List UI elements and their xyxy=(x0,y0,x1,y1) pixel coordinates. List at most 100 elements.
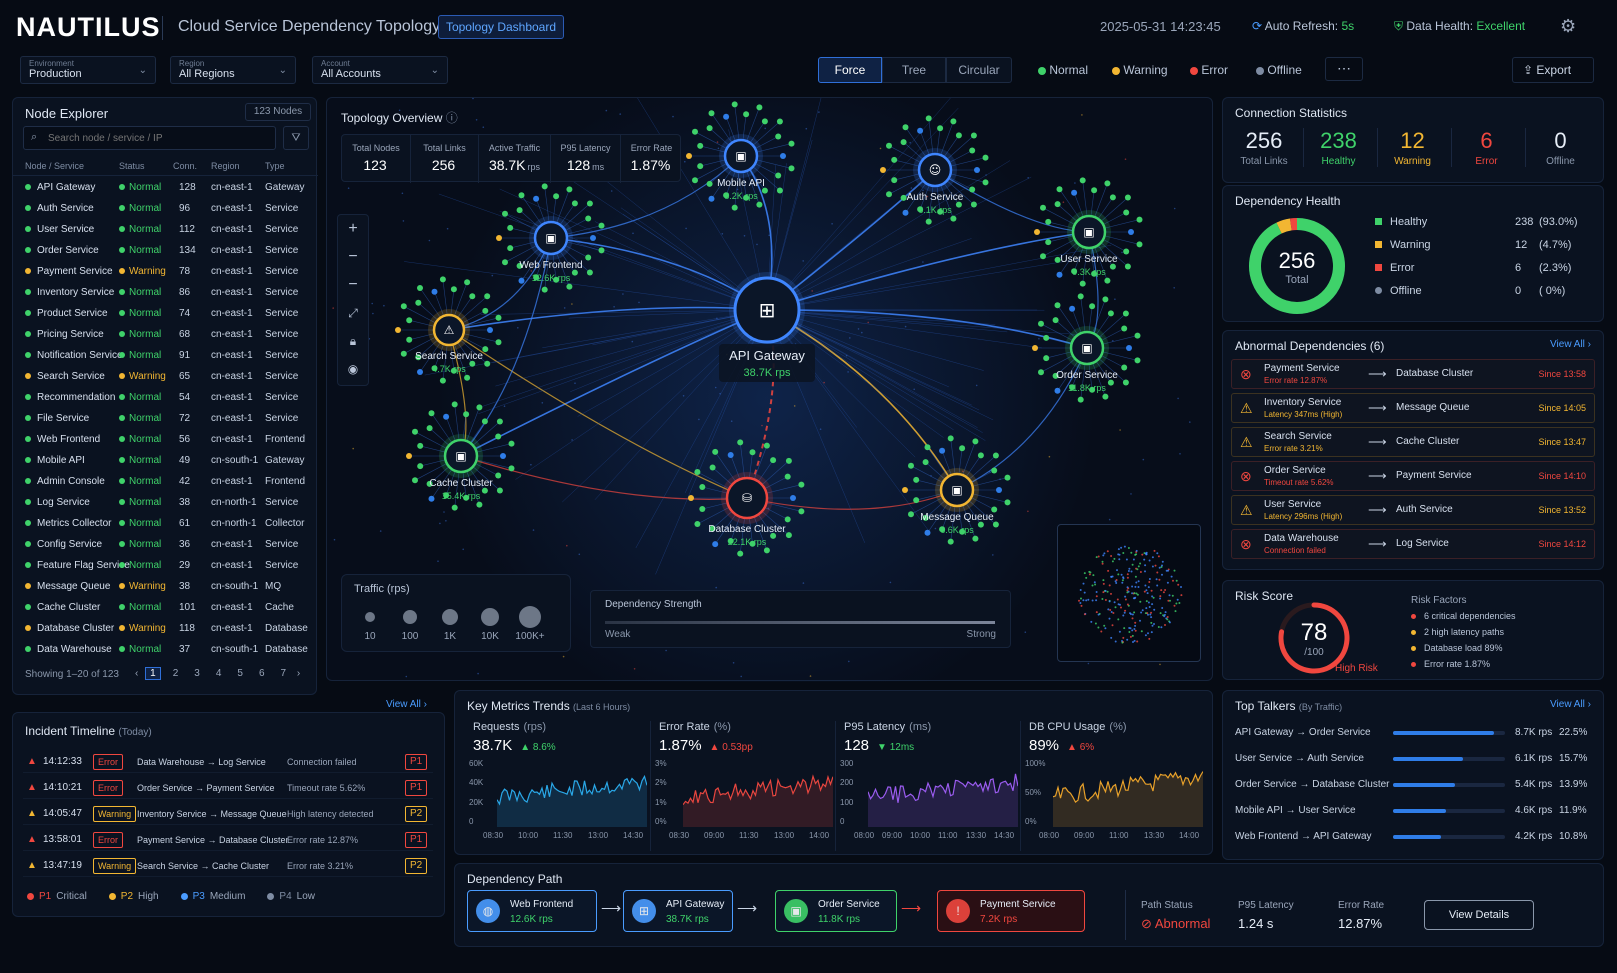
leaf-node[interactable] xyxy=(924,444,931,451)
leaf-node[interactable] xyxy=(1124,194,1131,201)
leaf-node[interactable] xyxy=(950,215,957,222)
page-number[interactable]: 4 xyxy=(212,668,226,679)
leaf-node[interactable] xyxy=(1043,334,1050,341)
table-row[interactable]: Pricing Service Normal 68 cn-east-1 Service xyxy=(13,324,318,345)
leaf-node[interactable] xyxy=(798,508,805,515)
table-row[interactable]: Web Frontend Normal 56 cn-east-1 Frontend xyxy=(13,429,318,450)
page-number[interactable]: 1 xyxy=(145,667,161,680)
leaf-node[interactable] xyxy=(417,463,424,470)
leaf-node[interactable] xyxy=(947,435,954,442)
leaf-node[interactable] xyxy=(886,191,892,198)
environment-select[interactable]: Environment Production ⌄ xyxy=(20,56,156,84)
incident-row[interactable]: ▲ 14:05:47 Warning Inventory Service → Mess… xyxy=(23,803,433,825)
leaf-node[interactable] xyxy=(1136,241,1143,248)
leaf-node[interactable] xyxy=(406,453,412,459)
leaf-node[interactable] xyxy=(900,139,907,146)
leaf-node[interactable] xyxy=(1069,305,1076,312)
leaf-node[interactable] xyxy=(992,452,999,459)
leaf-node[interactable] xyxy=(743,111,750,118)
leaf-node[interactable] xyxy=(709,464,716,471)
leaf-node[interactable] xyxy=(692,177,698,184)
leaf-node[interactable] xyxy=(598,222,605,229)
leaf-node[interactable] xyxy=(1052,317,1059,324)
leaf-node[interactable] xyxy=(586,269,593,276)
table-row[interactable]: Auth Service Normal 96 cn-east-1 Service xyxy=(13,198,318,219)
leaf-node[interactable] xyxy=(886,142,892,149)
leaf-node[interactable] xyxy=(1038,369,1044,376)
leaf-node[interactable] xyxy=(395,327,401,333)
leaf-node[interactable] xyxy=(431,288,438,295)
table-row[interactable]: Feature Flag Service Normal 29 cn-east-1 Ser… xyxy=(13,555,318,576)
leaf-node[interactable] xyxy=(428,410,435,417)
leaf-node[interactable] xyxy=(969,186,976,193)
leaf-node[interactable] xyxy=(737,550,744,557)
leaf-node[interactable] xyxy=(566,283,573,290)
auto-refresh-toggle[interactable]: ⟳ Auto Refresh: 5s xyxy=(1252,19,1354,33)
leaf-node[interactable] xyxy=(902,124,909,131)
table-row[interactable]: Config Service Normal 36 cn-east-1 Service xyxy=(13,534,318,555)
table-row[interactable]: Admin Console Normal 42 cn-east-1 Frontend xyxy=(13,471,318,492)
export-button[interactable]: ⇪ Export xyxy=(1512,57,1594,83)
abnormal-row[interactable]: ⊗ Order Service Timeout rate 5.62% ⟶ Payment… xyxy=(1231,461,1595,491)
node-view-all-link[interactable]: View All › xyxy=(386,699,427,710)
leaf-node[interactable] xyxy=(982,154,989,161)
abnormal-row[interactable]: ⊗ Data Warehouse Connection failed ⟶ Log Ser… xyxy=(1231,529,1595,559)
talker-row[interactable]: Mobile API → User Service 4.6K rps 11.9% xyxy=(1235,801,1595,821)
filter-icon[interactable]: ⛛ xyxy=(283,126,309,150)
leaf-node[interactable] xyxy=(1126,345,1132,351)
leaf-node[interactable] xyxy=(785,532,792,539)
leaf-node[interactable] xyxy=(776,187,783,194)
leaf-node[interactable] xyxy=(417,369,423,375)
table-row[interactable]: File Service Normal 72 cn-east-1 Service xyxy=(13,408,318,429)
leaf-node[interactable] xyxy=(784,473,791,480)
leaf-node[interactable] xyxy=(924,529,931,536)
incident-row[interactable]: ▲ 14:12:33 Error Data Warehouse → Log Servi… xyxy=(23,751,433,773)
leaf-node[interactable] xyxy=(1045,218,1052,225)
leaf-node[interactable] xyxy=(1128,229,1134,235)
table-row[interactable]: Message Queue Warning 38 cn-south-1 MQ xyxy=(13,576,318,597)
leaf-node[interactable] xyxy=(731,204,738,211)
leaf-node[interactable] xyxy=(992,521,999,528)
leaf-node[interactable] xyxy=(925,218,932,225)
leaf-node[interactable] xyxy=(922,459,929,466)
leaf-node[interactable] xyxy=(891,156,898,163)
leaf-node[interactable] xyxy=(496,418,503,425)
leaf-node[interactable] xyxy=(969,147,976,154)
zoom-out-icon[interactable]: − xyxy=(338,243,368,271)
leaf-node[interactable] xyxy=(902,487,908,493)
leaf-node[interactable] xyxy=(439,276,446,283)
leaf-node[interactable] xyxy=(417,285,423,291)
leaf-node[interactable] xyxy=(763,547,770,554)
incident-row[interactable]: ▲ 13:58:01 Error Payment Service → Database… xyxy=(23,829,433,851)
layout-circular-button[interactable]: Circular xyxy=(946,57,1012,83)
leaf-node[interactable] xyxy=(464,279,471,286)
leaf-node[interactable] xyxy=(770,457,777,464)
leaf-node[interactable] xyxy=(481,418,488,425)
leaf-node[interactable] xyxy=(553,193,560,200)
leaf-node[interactable] xyxy=(464,374,471,381)
leaf-node[interactable] xyxy=(712,448,719,455)
leaf-node[interactable] xyxy=(775,133,782,140)
leaf-node[interactable] xyxy=(1123,248,1130,255)
leaf-node[interactable] xyxy=(688,495,694,501)
talkers-view-all-link[interactable]: View All › xyxy=(1550,699,1591,710)
eye-icon[interactable]: ◉ xyxy=(338,355,368,383)
leaf-node[interactable] xyxy=(1109,194,1116,201)
leaf-node[interactable] xyxy=(1122,310,1129,317)
table-row[interactable]: Payment Service Warning 78 cn-east-1 Service xyxy=(13,261,318,282)
leaf-node[interactable] xyxy=(1102,296,1109,303)
metric-card[interactable]: P95 Latency (ms) 128 ▼ 12ms 300 200 100 0 08:00 0… xyxy=(835,721,1018,851)
leaf-node[interactable] xyxy=(495,314,502,321)
leaf-node[interactable] xyxy=(908,462,914,469)
leaf-node[interactable] xyxy=(694,469,701,475)
leaf-node[interactable] xyxy=(784,516,791,523)
leaf-node[interactable] xyxy=(496,235,502,241)
leaf-node[interactable] xyxy=(487,327,493,333)
leaf-node[interactable] xyxy=(451,504,458,511)
leaf-node[interactable] xyxy=(1054,201,1061,208)
leaf-node[interactable] xyxy=(566,186,573,193)
leaf-node[interactable] xyxy=(891,177,898,184)
leaf-node[interactable] xyxy=(1034,229,1040,235)
leaf-node[interactable] xyxy=(518,277,525,284)
leaf-node[interactable] xyxy=(1038,320,1044,327)
